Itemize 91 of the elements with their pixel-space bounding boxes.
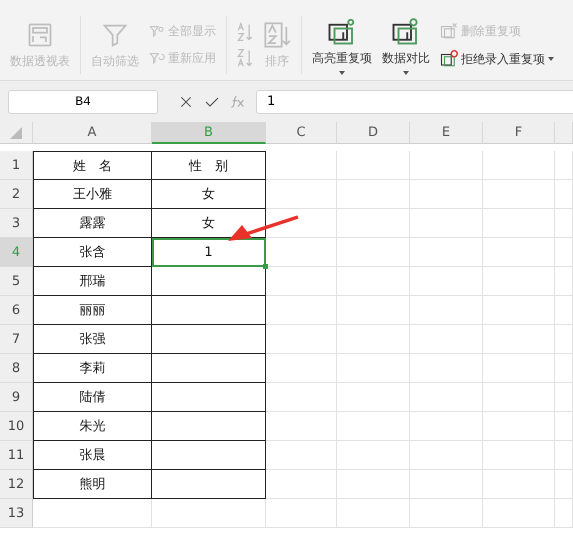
table-cell bbox=[483, 180, 555, 209]
table-cell: 丽丽 bbox=[33, 296, 152, 325]
column-header[interactable]: D bbox=[337, 122, 410, 144]
table-cell bbox=[483, 412, 555, 441]
table-cell bbox=[483, 238, 555, 267]
filter-eye-icon bbox=[149, 24, 165, 40]
reject-dup-button[interactable]: 拒绝录入重复项 bbox=[438, 48, 556, 70]
table-cell bbox=[266, 209, 337, 238]
row-header[interactable]: 9 bbox=[0, 383, 33, 412]
highlight-dup-button[interactable]: 高亮重复项 bbox=[310, 14, 374, 76]
table-cell bbox=[266, 499, 337, 528]
reject-duplicates-icon bbox=[440, 50, 458, 68]
table-cell: 姓 名 bbox=[33, 151, 152, 180]
function-icon bbox=[230, 94, 246, 110]
row-header[interactable]: 11 bbox=[0, 441, 33, 470]
select-all-icon[interactable] bbox=[10, 126, 22, 138]
table-cell: 张含 bbox=[33, 238, 152, 267]
table-cell bbox=[266, 354, 337, 383]
sort-ascending-icon bbox=[235, 22, 255, 42]
table-cell bbox=[555, 209, 573, 238]
table-cell bbox=[483, 209, 555, 238]
table-cell bbox=[555, 412, 573, 441]
filter-refresh-icon bbox=[149, 50, 165, 66]
table-cell bbox=[483, 151, 555, 180]
table-cell: 露露 bbox=[33, 209, 152, 238]
row-header[interactable]: 1 bbox=[0, 151, 33, 180]
compare-button[interactable]: 数据对比 bbox=[380, 14, 432, 76]
table-cell: 陆倩 bbox=[33, 383, 152, 412]
caret-icon bbox=[403, 70, 409, 74]
sort-descending-icon bbox=[235, 48, 255, 68]
column-header[interactable]: F bbox=[483, 122, 555, 144]
formula-field[interactable]: 1 bbox=[256, 90, 573, 114]
table-cell: 王小雅 bbox=[33, 180, 152, 209]
table-cell bbox=[266, 325, 337, 354]
row-header[interactable]: 13 bbox=[0, 499, 33, 528]
table-cell bbox=[266, 296, 337, 325]
table-cell bbox=[266, 441, 337, 470]
table-cell: 1 bbox=[152, 238, 266, 267]
table-cell bbox=[483, 470, 555, 499]
row-header[interactable]: 10 bbox=[0, 412, 33, 441]
table-cell bbox=[266, 180, 337, 209]
table-cell: 朱光 bbox=[33, 412, 152, 441]
table-cell bbox=[266, 238, 337, 267]
table-cell bbox=[555, 499, 573, 528]
caret-icon bbox=[339, 70, 345, 74]
table-cell bbox=[483, 325, 555, 354]
row-header[interactable]: 2 bbox=[0, 180, 33, 209]
row-header[interactable]: 6 bbox=[0, 296, 33, 325]
table-cell bbox=[266, 383, 337, 412]
remove-duplicates-icon bbox=[440, 22, 458, 40]
table-cell: 李莉 bbox=[33, 354, 152, 383]
table-cell bbox=[555, 383, 573, 412]
table-cell: 女 bbox=[152, 180, 266, 209]
table-cell bbox=[483, 499, 555, 528]
column-header[interactable] bbox=[555, 122, 573, 144]
table-cell bbox=[555, 267, 573, 296]
table-cell: 邢瑞 bbox=[33, 267, 152, 296]
table-cell bbox=[555, 354, 573, 383]
table-cell bbox=[483, 267, 555, 296]
table-cell bbox=[483, 354, 555, 383]
table-cell bbox=[266, 470, 337, 499]
table-cell bbox=[555, 441, 573, 470]
row-header[interactable]: 12 bbox=[0, 470, 33, 499]
table-cell bbox=[483, 296, 555, 325]
table-cell bbox=[266, 412, 337, 441]
row-header[interactable]: 3 bbox=[0, 209, 33, 238]
table-cell bbox=[266, 151, 337, 180]
column-header[interactable]: C bbox=[266, 122, 337, 144]
table-cell: 性 别 bbox=[152, 151, 266, 180]
row-header[interactable]: 7 bbox=[0, 325, 33, 354]
sort-icon bbox=[263, 20, 291, 48]
table-cell bbox=[483, 441, 555, 470]
table-cell bbox=[555, 238, 573, 267]
column-header[interactable]: E bbox=[410, 122, 483, 144]
table-cell bbox=[555, 151, 573, 180]
name-box[interactable]: B4 bbox=[8, 90, 158, 114]
row-header[interactable]: 8 bbox=[0, 354, 33, 383]
table-cell: 张强 bbox=[33, 325, 152, 354]
table-cell bbox=[483, 383, 555, 412]
caret-icon bbox=[548, 57, 554, 61]
row-header[interactable]: 5 bbox=[0, 267, 33, 296]
table-icon bbox=[26, 20, 54, 48]
table-cell bbox=[555, 325, 573, 354]
fill-handle[interactable] bbox=[263, 264, 268, 269]
table-cell bbox=[555, 296, 573, 325]
table-cell bbox=[555, 180, 573, 209]
column-header[interactable]: A bbox=[33, 122, 152, 144]
table-cell bbox=[266, 267, 337, 296]
table-cell bbox=[555, 470, 573, 499]
table-cell: 张晨 bbox=[33, 441, 152, 470]
table-cell: 熊明 bbox=[33, 470, 152, 499]
